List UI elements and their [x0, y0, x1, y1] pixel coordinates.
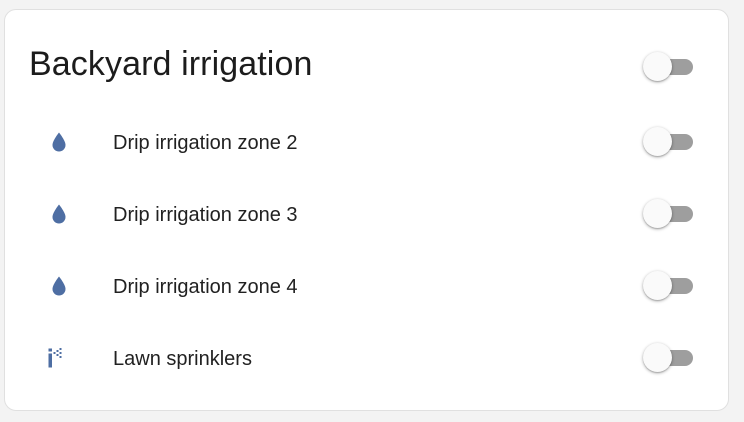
- card-title: Backyard irrigation: [29, 45, 313, 83]
- sprinkler-icon: [47, 346, 71, 370]
- drip-zone-4-toggle[interactable]: [643, 270, 695, 302]
- toggle-thumb: [643, 343, 672, 372]
- toggle-thumb: [643, 271, 672, 300]
- toggle-thumb: [643, 52, 672, 81]
- lawn-sprinklers-toggle[interactable]: [643, 342, 695, 374]
- master-toggle[interactable]: [643, 51, 695, 83]
- entity-row-drip-zone-2: Drip irrigation zone 2: [5, 117, 728, 167]
- water-drop-icon: [47, 274, 71, 298]
- entity-name: Lawn sprinklers: [113, 348, 252, 370]
- entity-row-lawn-sprinklers: Lawn sprinklers: [5, 333, 728, 383]
- water-drop-icon: [47, 202, 71, 226]
- entity-name: Drip irrigation zone 3: [113, 204, 298, 226]
- irrigation-card: Backyard irrigation Drip irrigation zone…: [4, 9, 729, 411]
- toggle-thumb: [643, 199, 672, 228]
- entity-row-drip-zone-3: Drip irrigation zone 3: [5, 189, 728, 239]
- entity-row-drip-zone-4: Drip irrigation zone 4: [5, 261, 728, 311]
- entity-name: Drip irrigation zone 4: [113, 276, 298, 298]
- entity-name: Drip irrigation zone 2: [113, 132, 298, 154]
- toggle-thumb: [643, 127, 672, 156]
- drip-zone-3-toggle[interactable]: [643, 198, 695, 230]
- drip-zone-2-toggle[interactable]: [643, 126, 695, 158]
- card-header: Backyard irrigation: [5, 10, 728, 120]
- water-drop-icon: [47, 130, 71, 154]
